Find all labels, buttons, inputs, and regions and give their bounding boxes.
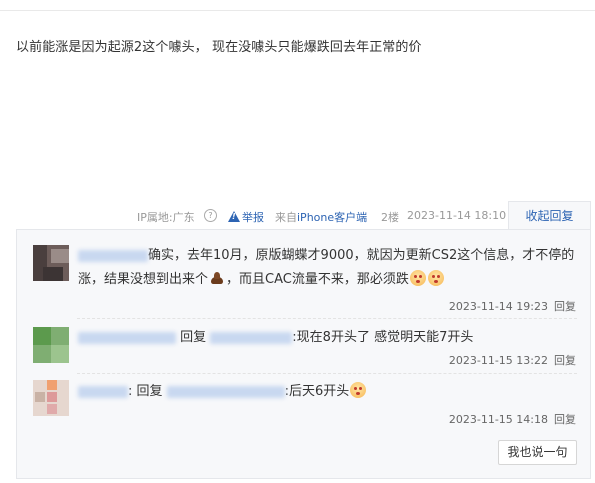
reply-divider xyxy=(77,373,577,375)
reply-divider xyxy=(77,318,577,320)
reply-time: 2023-11-14 19:23 xyxy=(448,300,548,313)
target-username-blurred[interactable] xyxy=(166,385,285,398)
reply-button[interactable]: 回复 xyxy=(554,300,576,313)
username-blurred[interactable] xyxy=(78,385,128,398)
reply-meta: 2023-11-15 14:18 回复 xyxy=(449,411,576,427)
say-something-button[interactable]: 我也说一句 xyxy=(498,440,577,465)
post-content: 以前能涨是因为起源2这个噱头， 现在没噱头只能爆跌回去年正常的价 xyxy=(16,40,422,55)
reply-meta: 2023-11-14 19:23 回复 xyxy=(449,298,576,314)
help-icon[interactable]: ? xyxy=(204,209,217,222)
warning-icon xyxy=(228,211,240,222)
poop-emoji-icon xyxy=(210,271,224,285)
reply-button[interactable]: 回复 xyxy=(554,354,576,367)
post-tail: IP属地:广东 ? 举报 来自iPhone客户端 2楼 2023-11-14 1… xyxy=(0,207,595,227)
avatar[interactable] xyxy=(33,327,69,363)
target-username-blurred[interactable] xyxy=(210,331,293,344)
reply-content: 确实，去年10月，原版蝴蝶才9000，就因为更新CS2这个信息，才不停的涨，结果… xyxy=(78,244,578,292)
reply-content: : 回复 :后天6开头 xyxy=(78,380,578,404)
reply-text: :现在8开头了 感觉明天能7开头 xyxy=(292,330,474,345)
surprised-emoji-icon xyxy=(427,270,444,286)
floor-number: 2楼 xyxy=(381,211,399,224)
surprised-emoji-icon xyxy=(409,270,426,286)
reply-time: 2023-11-15 13:22 xyxy=(448,354,548,367)
ip-location: IP属地:广东 xyxy=(137,211,195,224)
username-blurred[interactable] xyxy=(78,331,176,344)
reply-box: 确实，去年10月，原版蝴蝶才9000，就因为更新CS2这个信息，才不停的涨，结果… xyxy=(16,229,591,479)
device-link[interactable]: iPhone客户端 xyxy=(297,211,367,224)
collapse-reply-button[interactable]: 收起回复 xyxy=(508,201,591,230)
report-label: 举报 xyxy=(242,211,264,224)
reply-meta: 2023-11-15 13:22 回复 xyxy=(449,352,576,368)
reply-time: 2023-11-15 14:18 xyxy=(448,413,548,426)
reply-text: :后天6开头 xyxy=(284,384,350,399)
avatar[interactable] xyxy=(33,380,69,416)
reply-text-part2: ，而且CAC流量不来，那必须跌 xyxy=(226,272,409,287)
top-divider xyxy=(0,10,595,11)
post-time: 2023-11-14 18:10 xyxy=(407,209,507,222)
reply-word: 回复 xyxy=(180,330,207,345)
avatar[interactable] xyxy=(33,245,69,281)
reply-content: 回复 :现在8开头了 感觉明天能7开头 xyxy=(78,326,578,350)
username-blurred[interactable] xyxy=(78,249,148,262)
source-prefix: 来自 xyxy=(275,211,297,224)
reply-button[interactable]: 回复 xyxy=(554,413,576,426)
report-link[interactable]: 举报 xyxy=(228,209,264,225)
surprised-emoji-icon xyxy=(350,382,367,398)
thread-page: 以前能涨是因为起源2这个噱头， 现在没噱头只能爆跌回去年正常的价 IP属地:广东… xyxy=(0,0,595,483)
post-source: 来自iPhone客户端 xyxy=(275,209,367,225)
reply-word: : 回复 xyxy=(128,384,163,399)
